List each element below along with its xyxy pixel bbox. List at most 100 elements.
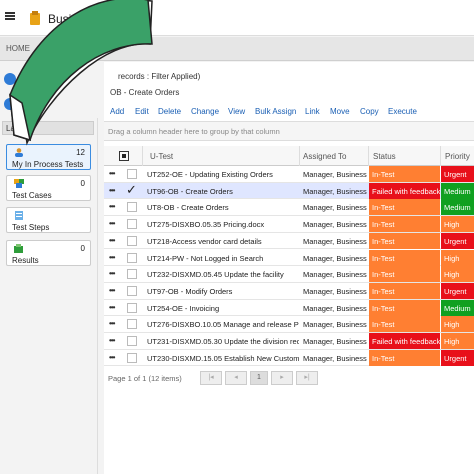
execute-button[interactable]: Execute — [388, 107, 417, 116]
column-divider — [440, 146, 441, 166]
record-info: records : Filter Applied) — [118, 72, 201, 81]
sidebar-item-label: Test Steps — [12, 223, 50, 232]
cell-u-test: UT232-DISXMD.05.45 Update the facility — [147, 270, 284, 280]
row-checkbox[interactable] — [127, 352, 137, 363]
cell-priority: Urgent — [441, 232, 474, 249]
row-checkbox[interactable] — [127, 336, 137, 346]
last-page-button[interactable]: ▸| — [296, 371, 318, 385]
move-button[interactable]: Move — [330, 107, 350, 116]
table-row[interactable]: ••• UT8-OB - Create Orders Manager, Busine… — [104, 199, 474, 217]
cell-assigned-to: Manager, Business — [303, 236, 367, 246]
sidebar-item-count: 0 — [80, 179, 85, 188]
table-row[interactable]: ••• UT97-OB - Modify Orders Manager, Busin… — [104, 282, 474, 300]
table-row[interactable]: ••• UT276-DISXBO.10.05 Manage and release… — [104, 316, 474, 333]
group-by-area[interactable]: Drag a column header here to group by th… — [104, 121, 474, 141]
cell-status: In-Test — [369, 299, 440, 316]
row-actions-icon[interactable]: ••• — [109, 319, 115, 328]
row-actions-icon[interactable]: ••• — [109, 269, 115, 278]
row-checkbox[interactable] — [127, 302, 137, 313]
bulk-assign-button[interactable]: Bulk Assign — [255, 107, 296, 116]
table-row[interactable]: ••• UT254-OE - Invoicing Manager, Business… — [104, 299, 474, 317]
table-row[interactable]: ••• UT232-DISXMD.05.45 Update the facilit… — [104, 266, 474, 283]
change-button[interactable]: Change — [191, 107, 219, 116]
column-header-priority[interactable]: Priority — [445, 152, 470, 161]
cell-priority: High — [441, 316, 474, 333]
row-actions-icon[interactable]: ••• — [109, 303, 115, 312]
cell-u-test: UT214-PW - Not Logged in Search — [147, 253, 264, 263]
top-bar: Busin 4 — [0, 0, 474, 36]
next-page-button[interactable]: ▸ — [271, 371, 293, 385]
table-row[interactable]: ••• UT275-DISXBO.05.35 Pricing.docx Manage… — [104, 216, 474, 233]
row-actions-icon[interactable]: ••• — [109, 286, 115, 295]
sidebar-item-count: 0 — [80, 244, 85, 253]
toolbar: Add Edit Delete Change View Bulk Assign … — [104, 105, 474, 119]
row-checkbox[interactable] — [127, 252, 137, 263]
row-checkbox[interactable] — [127, 169, 137, 179]
row-actions-icon[interactable]: ••• — [109, 186, 115, 195]
table-row[interactable]: ••• UT252-OE - Updating Existing Orders Ma… — [104, 166, 474, 183]
user-icon — [15, 148, 23, 157]
row-actions-icon[interactable]: ••• — [109, 353, 115, 362]
view-button[interactable]: View — [228, 107, 245, 116]
page-number[interactable]: 1 — [250, 371, 268, 385]
table-row[interactable]: ••• UT214-PW - Not Logged in Search Manage… — [104, 249, 474, 267]
nav-home-link[interactable]: HOME — [6, 44, 30, 53]
sidebar-item-results[interactable]: 0 Results — [6, 240, 91, 266]
cell-status: In-Test — [369, 166, 440, 182]
link-button[interactable]: Link — [305, 107, 320, 116]
row-checkbox[interactable] — [127, 285, 137, 296]
hamburger-menu-icon[interactable] — [5, 12, 15, 20]
row-checked-icon[interactable]: ✓ — [126, 182, 137, 198]
cell-u-test: UT8-OB - Create Orders — [147, 203, 229, 213]
cell-status: In-Test — [369, 266, 440, 283]
table-row[interactable]: ••• UT231-DISXMD.05.30 Update the divisio… — [104, 333, 474, 350]
sidebar-item-test-cases[interactable]: 0 Test Cases — [6, 175, 91, 201]
cell-u-test: UT275-DISXBO.05.35 Pricing.docx — [147, 220, 265, 230]
row-actions-icon[interactable]: ••• — [109, 169, 115, 178]
row-actions-icon[interactable]: ••• — [109, 253, 115, 262]
cell-assigned-to: Manager, Business — [303, 353, 367, 363]
cell-assigned-to: Manager, Business — [303, 303, 367, 313]
results-icon — [14, 244, 23, 253]
row-actions-icon[interactable]: ••• — [109, 336, 115, 345]
sidebar-item-my-in-process-tests[interactable]: 12 My In Process Tests — [6, 144, 91, 170]
row-actions-icon[interactable]: ••• — [109, 202, 115, 211]
test-steps-icon — [15, 211, 23, 220]
copy-button[interactable]: Copy — [360, 107, 379, 116]
row-checkbox[interactable] — [127, 319, 137, 330]
first-page-button[interactable]: |◂ — [200, 371, 222, 385]
column-header-u-test[interactable]: U-Test — [150, 152, 173, 161]
pager-info: Page 1 of 1 (12 items) — [108, 374, 182, 383]
edit-button[interactable]: Edit — [135, 107, 149, 116]
row-checkbox[interactable] — [127, 202, 137, 213]
cell-priority: High — [441, 333, 474, 349]
panel-toggle-top[interactable] — [4, 73, 16, 85]
cell-priority: Medium — [441, 299, 474, 316]
select-all-checkbox[interactable] — [119, 151, 129, 161]
add-button[interactable]: Add — [110, 107, 124, 116]
cell-status: In-Test — [369, 216, 440, 233]
table-row[interactable]: ••• UT218-Access vendor card details Manag… — [104, 232, 474, 250]
table-row[interactable]: ••• UT230-DISXMD.15.05 Establish New Cust… — [104, 349, 474, 367]
cell-status: In-Test — [369, 199, 440, 216]
column-header-status[interactable]: Status — [373, 152, 396, 161]
row-checkbox[interactable] — [127, 219, 137, 230]
cell-priority: Medium — [441, 199, 474, 216]
row-actions-icon[interactable]: ••• — [109, 236, 115, 245]
column-header-assigned-to[interactable]: Assigned To — [303, 152, 346, 161]
panel-toggle-bottom[interactable] — [4, 98, 16, 110]
column-divider — [142, 146, 143, 166]
sidebar: Layo 12 My In Process Tests 0 Test Cases… — [0, 118, 98, 474]
cell-assigned-to: Manager, Business — [303, 186, 367, 196]
row-actions-icon[interactable]: ••• — [109, 219, 115, 228]
delete-button[interactable]: Delete — [158, 107, 181, 116]
row-checkbox[interactable] — [127, 269, 137, 280]
app-title: Busin — [48, 12, 79, 26]
table-row[interactable]: ••• ✓ UT96-OB - Create Orders Manager, Busi… — [104, 182, 474, 200]
sidebar-item-label: Results — [12, 256, 39, 265]
row-checkbox[interactable] — [127, 235, 137, 246]
sidebar-item-test-steps[interactable]: Test Steps — [6, 207, 91, 233]
sidebar-header: Layo — [2, 121, 94, 135]
prev-page-button[interactable]: ◂ — [225, 371, 247, 385]
cell-assigned-to: Manager, Business — [303, 170, 367, 179]
